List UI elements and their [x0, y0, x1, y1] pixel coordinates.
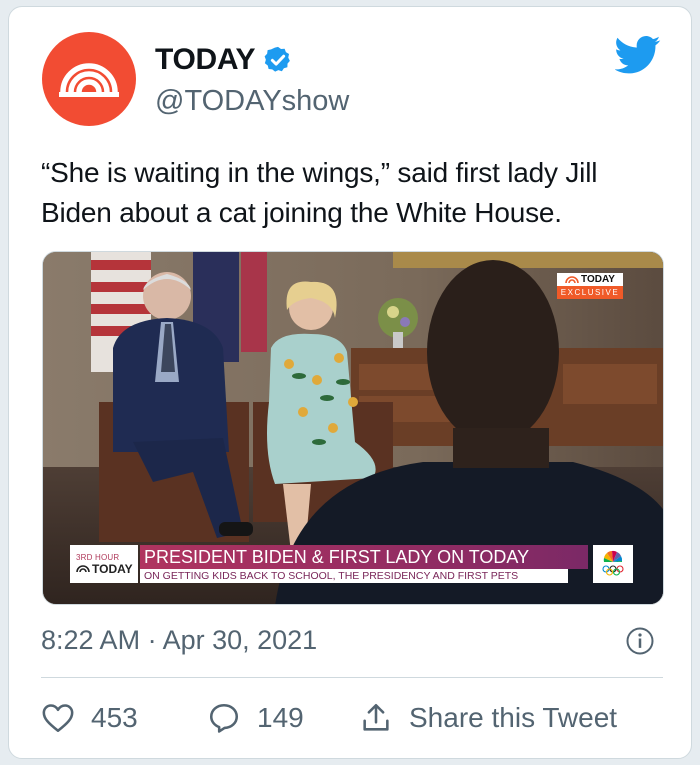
today-exclusive-bug: TODAY EXCLUSIVE [557, 273, 623, 299]
tweet-timestamp[interactable]: 8:22 AM · Apr 30, 2021 [41, 625, 317, 656]
tweet-media-video[interactable]: TODAY EXCLUSIVE 3RD HOUR TODAY PRESIDENT… [42, 251, 664, 605]
share-upload-icon [363, 703, 389, 731]
bug-brand: TODAY [581, 274, 615, 285]
today-logo-icon [76, 565, 90, 573]
lower-third-headline: PRESIDENT BIDEN & FIRST LADY ON TODAY [140, 545, 588, 569]
today-logo-icon [565, 276, 579, 284]
show-brand-label: TODAY [92, 561, 133, 576]
reply-bubble-icon [209, 703, 239, 733]
verified-badge-icon [264, 46, 291, 72]
twitter-bird-icon[interactable] [615, 35, 661, 75]
tweet-text: “She is waiting in the wings,” said firs… [41, 157, 598, 228]
lower-third-show-logo: 3RD HOUR TODAY [70, 545, 138, 583]
like-count: 453 [91, 702, 138, 733]
reply-button[interactable]: 149 [207, 701, 304, 735]
share-button[interactable]: Share this Tweet [359, 701, 617, 735]
today-logo-icon [59, 63, 119, 97]
info-icon[interactable] [625, 626, 655, 656]
share-label: Share this Tweet [409, 702, 618, 733]
show-hour-label: 3RD HOUR [76, 552, 120, 562]
nbc-peacock-olympics-icon [593, 545, 633, 583]
heart-icon [42, 704, 74, 733]
bug-tag: EXCLUSIVE [557, 286, 623, 299]
author-handle[interactable]: @TODAYshow [155, 85, 349, 118]
tweet-card: TODAY @TODAYshow “She is waiting in the … [8, 6, 692, 759]
lower-third-subheadline: ON GETTING KIDS BACK TO SCHOOL, THE PRES… [140, 569, 568, 583]
tweet-actions: 453 149 Share this Tweet [41, 701, 663, 735]
author-display-name[interactable]: TODAY [155, 43, 256, 77]
divider [41, 677, 663, 678]
avatar[interactable] [42, 32, 136, 126]
lower-third: 3RD HOUR TODAY PRESIDENT BIDEN & FIRST L… [70, 545, 636, 585]
reply-count: 149 [257, 702, 304, 733]
author-name-row[interactable]: TODAY [155, 43, 293, 77]
like-button[interactable]: 453 [41, 701, 138, 735]
